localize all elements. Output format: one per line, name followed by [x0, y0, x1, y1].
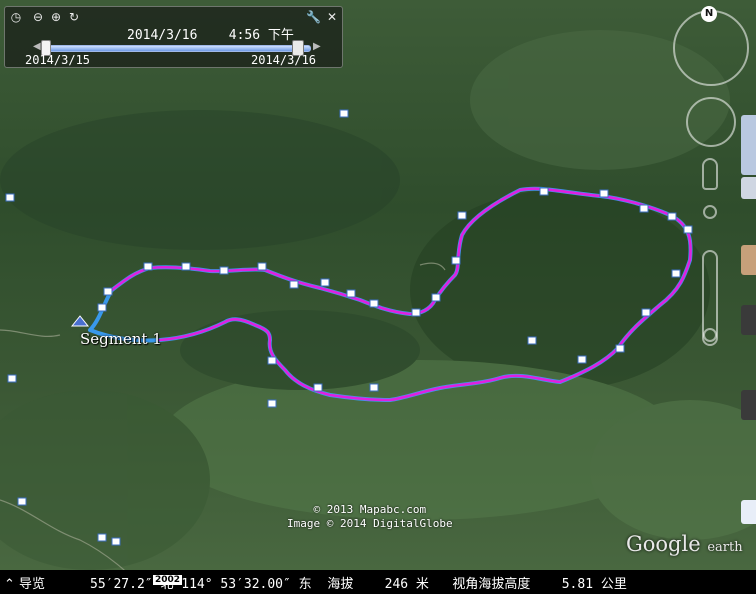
step-forward-icon[interactable]: ▶ — [313, 41, 321, 52]
zoom-out-icon[interactable]: ⊖ — [31, 10, 45, 24]
current-date: 2014/3/16 — [127, 28, 198, 43]
zoom-in-icon[interactable]: ⊕ — [49, 10, 63, 24]
google-earth-logo: Google earth — [626, 532, 743, 556]
side-panel-strip[interactable] — [741, 115, 756, 570]
side-tab[interactable] — [741, 115, 756, 175]
step-back-icon[interactable]: ◀ — [33, 41, 41, 52]
range-end-date: 2014/3/16 — [251, 53, 317, 67]
side-tab[interactable] — [741, 500, 756, 524]
imagery-year-badge[interactable]: 2002 — [153, 575, 183, 585]
current-datetime: 2014/3/16 4:56 下午 — [127, 24, 294, 43]
move-joystick[interactable] — [686, 97, 736, 147]
map-copyright: © 2013 Mapabc.com Image © 2014 DigitalGl… — [287, 503, 453, 531]
chevron-up-icon: ⌃ — [4, 577, 15, 592]
track-segment-label[interactable]: Segment 1 — [80, 330, 162, 348]
side-thumbnail[interactable] — [741, 390, 756, 420]
status-bar: ⌃ 导览 55′27.2″ 北 114° 53′32.00″ 东 海拔 246 … — [0, 570, 756, 594]
side-tab[interactable] — [741, 177, 756, 199]
zoom-in-button[interactable] — [703, 205, 717, 219]
replay-icon[interactable]: ↻ — [67, 10, 81, 24]
copyright-line: © 2013 Mapabc.com — [313, 503, 427, 516]
time-slider-track[interactable] — [43, 45, 311, 52]
side-thumbnail[interactable] — [741, 245, 756, 275]
north-indicator[interactable]: N — [701, 6, 717, 22]
current-time: 4:56 下午 — [228, 28, 294, 43]
range-start-date: 2014/3/15 — [25, 53, 91, 67]
close-icon[interactable]: ✕ — [325, 10, 339, 24]
brand-name: Google — [626, 532, 701, 556]
copyright-line: Image © 2014 DigitalGlobe — [287, 517, 453, 530]
time-slider-panel: ◷ ⊖ ⊕ ↻ 🔧 ✕ 2014/3/16 4:56 下午 ◀ ▶ 2014/3… — [4, 6, 343, 68]
side-thumbnail[interactable] — [741, 305, 756, 335]
brand-suffix: earth — [707, 540, 743, 555]
nav-toggle[interactable]: ⌃ 导览 — [4, 573, 45, 592]
wrench-icon[interactable]: 🔧 — [306, 10, 321, 24]
nav-toggle-label: 导览 — [19, 577, 46, 592]
clock-icon[interactable]: ◷ — [9, 10, 23, 24]
zoom-out-button[interactable] — [703, 328, 717, 342]
street-view-icon[interactable] — [702, 158, 718, 190]
